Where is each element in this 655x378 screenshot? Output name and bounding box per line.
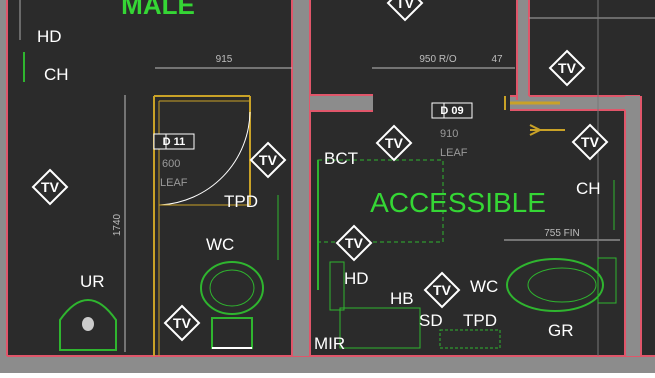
door-tag-d09: D 09 bbox=[431, 102, 473, 119]
door-tag-d11: D 11 bbox=[153, 133, 195, 150]
label-hd-top: HD bbox=[37, 27, 62, 46]
floor-plan: D 11 D 09 TV TV TV TV TV TV TV TV TV MALE ACCESS… bbox=[0, 0, 655, 373]
leaf-label-d11: LEAF bbox=[160, 177, 188, 189]
label-wc-right: WC bbox=[470, 277, 498, 296]
label-tpd-left: TPD bbox=[224, 192, 258, 211]
partition-wall-left bbox=[292, 0, 310, 356]
label-hd-mid: HD bbox=[344, 269, 369, 288]
floor-plan-drawing: D 11 D 09 TV TV TV TV TV TV TV TV TV MALE ACCESS… bbox=[0, 0, 655, 373]
tv-symbol-label: TV bbox=[259, 152, 278, 168]
room-label-male: MALE bbox=[121, 0, 195, 20]
dimension-755: 755 FIN bbox=[544, 228, 580, 239]
door-tag-d11-label: D 11 bbox=[163, 136, 186, 148]
door-tag-d09-label: D 09 bbox=[440, 105, 463, 117]
label-ur: UR bbox=[80, 272, 105, 291]
upper-partition bbox=[517, 0, 529, 100]
leaf-label-d09: LEAF bbox=[440, 147, 468, 159]
label-wc-left: WC bbox=[206, 235, 234, 254]
dimension-950: 950 R/O bbox=[419, 54, 456, 65]
label-tpd-right: TPD bbox=[463, 311, 497, 330]
label-bct: BCT bbox=[324, 149, 358, 168]
bottom-wall bbox=[0, 356, 655, 373]
dimension-1740: 1740 bbox=[112, 213, 123, 236]
tv-symbol-label: TV bbox=[581, 134, 600, 150]
leaf-width-d11: 600 bbox=[162, 158, 180, 170]
room-label-accessible: ACCESSIBLE bbox=[370, 187, 546, 218]
label-gr: GR bbox=[548, 321, 574, 340]
dimension-915: 915 bbox=[216, 54, 233, 65]
tv-symbol-label: TV bbox=[396, 0, 415, 11]
label-ch-left: CH bbox=[44, 65, 69, 84]
label-hb: HB bbox=[390, 289, 414, 308]
tv-symbol-label: TV bbox=[41, 179, 60, 195]
tv-symbol-label: TV bbox=[558, 60, 577, 76]
leaf-width-d09: 910 bbox=[440, 128, 458, 140]
tv-symbol-label: TV bbox=[385, 135, 404, 151]
label-mir: MIR bbox=[314, 334, 345, 353]
label-ch-right: CH bbox=[576, 179, 601, 198]
upper-wall-left bbox=[310, 95, 373, 111]
drawing-background bbox=[0, 0, 655, 373]
left-edge-wall bbox=[0, 0, 7, 373]
tv-symbol-label: TV bbox=[345, 235, 364, 251]
right-wall bbox=[625, 96, 641, 356]
dimension-47: 47 bbox=[491, 54, 503, 65]
tv-symbol-label: TV bbox=[433, 282, 452, 298]
tv-symbol-label: TV bbox=[173, 315, 192, 331]
label-sd: SD bbox=[419, 311, 443, 330]
